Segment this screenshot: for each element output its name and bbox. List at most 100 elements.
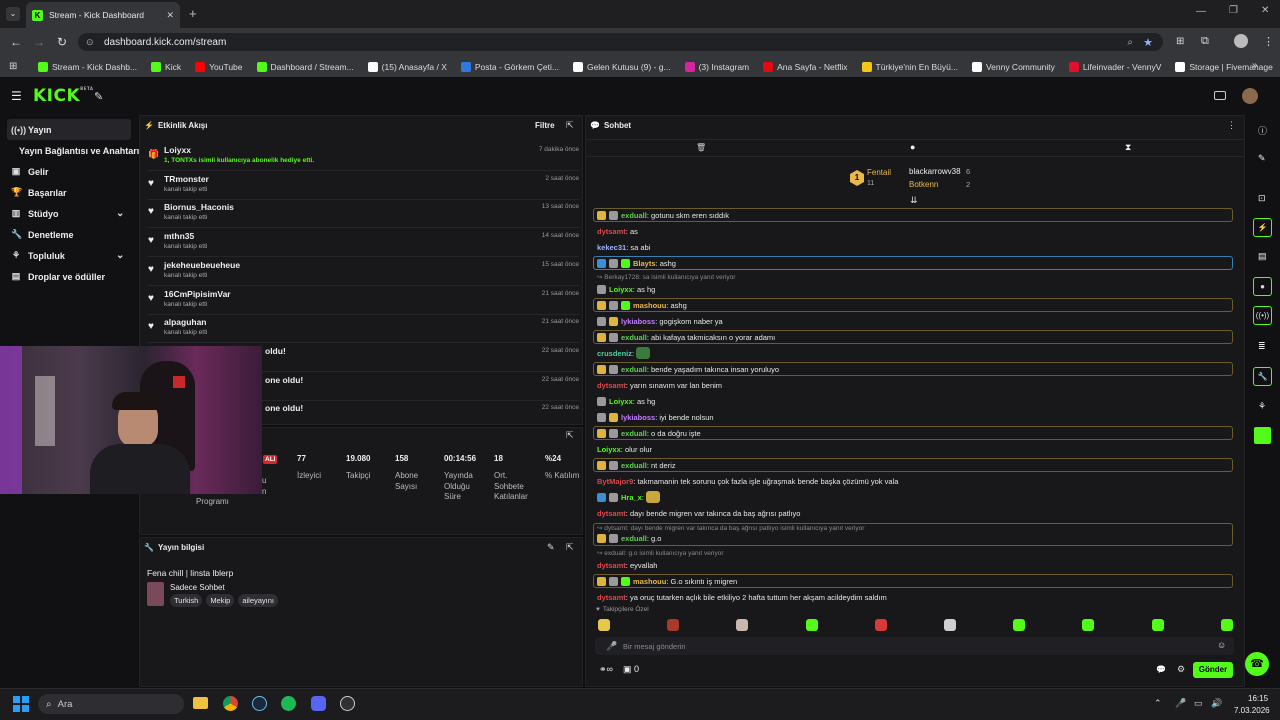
trash-icon[interactable]: 🗑: [696, 143, 706, 152]
chat-message[interactable]: dytsamt: yarın sınavım var lan benim: [594, 378, 722, 392]
chat-message[interactable]: Hra_x:: [594, 490, 661, 504]
emote-icon[interactable]: [1013, 619, 1026, 631]
sidebar-item-5[interactable]: 🔧 Denetleme: [0, 224, 138, 245]
emote-icon[interactable]: [667, 619, 680, 631]
close-tab-icon[interactable]: ✕: [166, 10, 174, 21]
emote-icon[interactable]: [736, 619, 749, 631]
pin-icon[interactable]: ✎: [94, 90, 103, 103]
forward-icon[interactable]: →: [33, 35, 45, 49]
sidebar-item-3[interactable]: 🏆 Başarılar: [0, 182, 138, 203]
hamburger-menu-icon[interactable]: ☰: [11, 89, 22, 103]
extensions-puzzle-icon[interactable]: ⧉: [1201, 35, 1209, 48]
taskbar-search[interactable]: ⌕ Ara: [38, 694, 184, 714]
activity-username[interactable]: 16CmPipisimVar: [164, 289, 231, 299]
bookmark-item[interactable]: Posta - Görkem Çeti...: [460, 61, 559, 72]
chrome-icon[interactable]: [223, 696, 238, 711]
wallet-icon[interactable]: [1214, 91, 1226, 100]
bookmark-item[interactable]: Türkiye'nin En Büyü...: [861, 61, 958, 72]
volume-icon[interactable]: 🔊: [1211, 698, 1222, 709]
sidebar-item-0[interactable]: ((•)) Yayın: [7, 119, 131, 140]
popout-activity-icon[interactable]: ⇱: [566, 120, 574, 131]
activity-username[interactable]: mthn35: [164, 231, 194, 241]
bookmark-item[interactable]: Dashboard / Stream...: [256, 61, 354, 72]
chat-message[interactable]: Loiyxx: olur olur: [594, 442, 652, 456]
sidebar-item-2[interactable]: ▣ Gelir: [0, 161, 138, 182]
user-avatar[interactable]: [1242, 88, 1258, 104]
tray-chevron-icon[interactable]: ⌃: [1154, 698, 1162, 709]
maximize-icon[interactable]: ❐: [1229, 5, 1238, 16]
bookmark-item[interactable]: Storage | Fivemanage: [1175, 61, 1273, 72]
popout-stream-info-icon[interactable]: ⇱: [566, 542, 574, 553]
chat-username[interactable]: Loiyxx: [609, 397, 633, 406]
minimize-icon[interactable]: —: [1196, 6, 1206, 17]
bookmark-item[interactable]: Stream - Kick Dashb...: [38, 61, 137, 72]
chat-username[interactable]: exduall: [621, 534, 647, 543]
emote-icon[interactable]: [874, 619, 887, 631]
chat-username[interactable]: Blayts: [633, 259, 656, 268]
activity-username[interactable]: jekeheuebeueheue: [164, 260, 240, 270]
tag-pill[interactable]: aileyayını: [238, 594, 279, 607]
reload-icon[interactable]: ↻: [57, 35, 67, 49]
chat-menu-icon[interactable]: ⋮: [1227, 120, 1236, 131]
hourglass-icon[interactable]: ⧗: [1125, 142, 1131, 153]
leader-user-2[interactable]: blackarrowv38: [909, 167, 961, 176]
discord-icon[interactable]: [311, 696, 326, 711]
chat-message[interactable]: Loiyxx: as hg: [594, 282, 655, 296]
chat-message[interactable]: BytMajor9: takmamanin tek sorunu çok faz…: [594, 474, 898, 488]
emote-icon[interactable]: [1151, 619, 1164, 631]
chat-bubble-tab-icon[interactable]: ●: [910, 142, 915, 152]
chat-username[interactable]: dytsamt: [597, 381, 626, 390]
spotify-icon[interactable]: [281, 696, 296, 711]
chat-message[interactable]: exduall: bende yaşadım takınca insan yor…: [593, 362, 1233, 376]
bookmarks-more-icon[interactable]: »: [1252, 60, 1258, 71]
leader-user-3[interactable]: Botkenn: [909, 180, 938, 189]
emote-icon[interactable]: [944, 619, 956, 631]
emote-icon[interactable]: [598, 619, 610, 631]
chat-message[interactable]: exduall: gotunu skm eren sıddık: [593, 208, 1233, 222]
chat-username[interactable]: BytMajor9: [597, 477, 633, 486]
chat-username[interactable]: Hra_x: [621, 493, 642, 502]
sidebar-item-7[interactable]: ▤ Droplar ve ödüller: [0, 266, 138, 287]
chat-username[interactable]: dytsamt: [597, 593, 626, 602]
category-name[interactable]: Sadece Sohbet: [170, 583, 225, 592]
chat-username[interactable]: dytsamt: [597, 561, 626, 570]
close-window-icon[interactable]: ✕: [1261, 5, 1269, 16]
broadcast-action-icon[interactable]: ((•)): [1253, 306, 1272, 325]
chevron-down-icon[interactable]: ⌄: [116, 208, 124, 219]
emote-icon[interactable]: [805, 619, 818, 631]
chat-message[interactable]: exduall: abi kafaya takmicaksın o yorar …: [593, 330, 1233, 344]
chat-action-icon[interactable]: ●: [1253, 277, 1272, 296]
bookmark-item[interactable]: Venny Community: [971, 61, 1055, 72]
bookmark-item[interactable]: (15) Anasayfa / X: [367, 61, 447, 72]
send-button[interactable]: Gönder: [1193, 662, 1233, 678]
mic-icon[interactable]: 🎤: [606, 641, 617, 652]
chat-input[interactable]: [595, 637, 1234, 655]
chat-bubble-footer-icon[interactable]: 💬: [1156, 665, 1166, 674]
file-explorer-icon[interactable]: [193, 697, 208, 709]
chat-settings-icon[interactable]: ⚙: [1177, 664, 1185, 675]
info-icon[interactable]: ⓘ: [1258, 124, 1267, 137]
chat-username[interactable]: dytsamt: [597, 509, 626, 518]
bookmark-item[interactable]: (3) Instagram: [684, 61, 749, 72]
chat-username[interactable]: mashouu: [633, 301, 666, 310]
chat-message[interactable]: kekec31: sa abi: [594, 240, 650, 254]
chat-username[interactable]: lykiaboss: [621, 413, 655, 422]
chat-message[interactable]: exduall: o da doğru işte: [593, 426, 1233, 440]
bookmark-item[interactable]: Gelen Kutusu (9) - g...: [572, 61, 671, 72]
emote-icon[interactable]: [1082, 619, 1095, 631]
browser-menu-icon[interactable]: ⋮: [1263, 35, 1274, 48]
activity-username[interactable]: Biornus_Haconis: [164, 202, 234, 212]
bookmark-item[interactable]: Kick: [151, 61, 181, 72]
new-tab-button[interactable]: +: [189, 6, 197, 21]
kick-logo[interactable]: KICKBETA: [33, 86, 93, 106]
zoom-icon[interactable]: ⌕: [1127, 37, 1133, 48]
bookmark-star-icon[interactable]: ★: [1143, 36, 1153, 49]
steam-icon[interactable]: [252, 696, 267, 711]
network-icon[interactable]: ▭: [1194, 698, 1203, 709]
chat-message[interactable]: mashouu: ashg: [593, 298, 1233, 312]
chat-message[interactable]: dytsamt: as: [594, 224, 638, 238]
windows-start-icon[interactable]: [13, 696, 29, 712]
activity-username[interactable]: TRmonster: [164, 174, 209, 184]
lightning-action-icon[interactable]: ⚡: [1253, 218, 1272, 237]
chat-username[interactable]: Loiyxx: [597, 445, 621, 454]
